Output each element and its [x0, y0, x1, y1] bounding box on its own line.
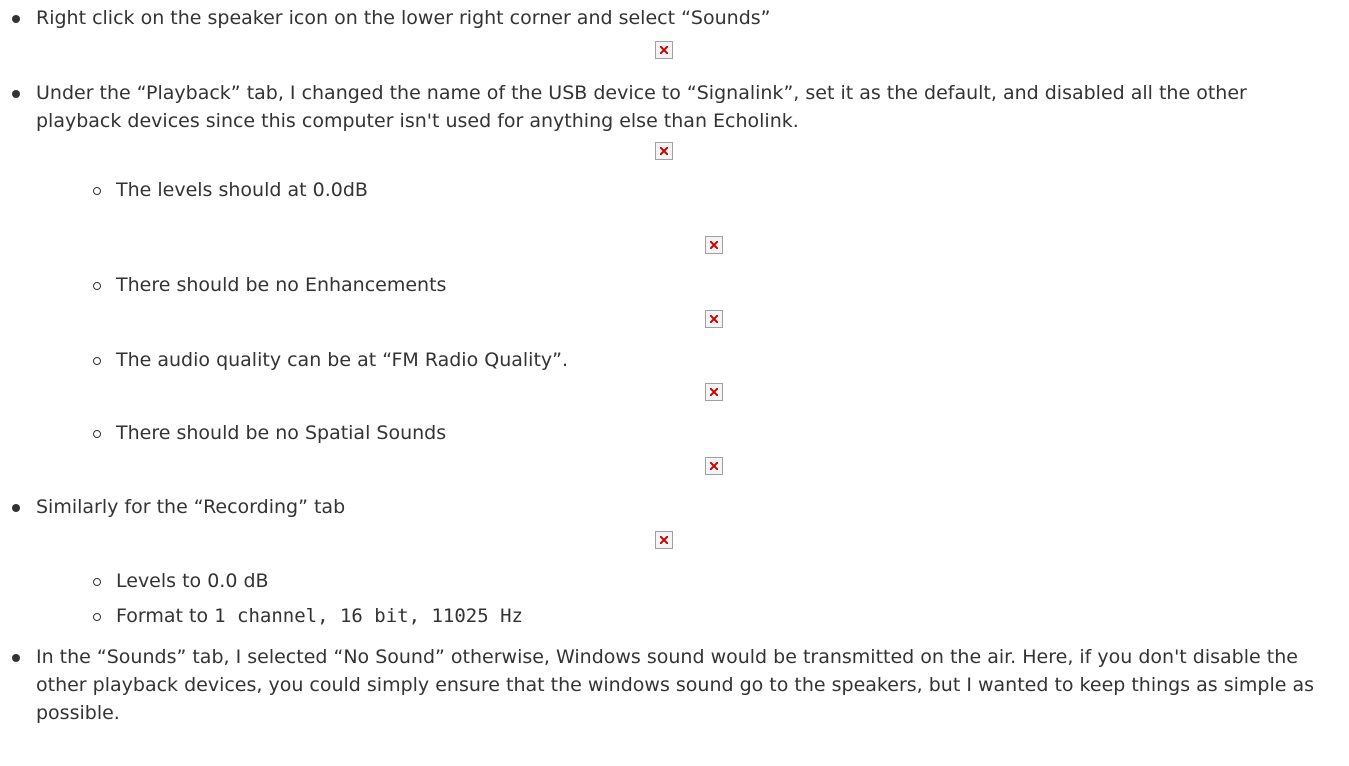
sub-list-item-text: The levels should at 0.0dB — [116, 179, 368, 201]
sub-list-item: There should be no Spatial Sounds — [92, 419, 447, 447]
list-item: In the “Sounds” tab, I selected “No Soun… — [12, 643, 1336, 727]
format-code: 1 channel, 16 bit, 11025 Hz — [214, 605, 523, 627]
sub-list-item-text: There should be no Spatial Sounds — [116, 422, 447, 444]
sub-list-item: There should be no Enhancements — [92, 271, 447, 299]
broken-image-icon — [705, 236, 723, 254]
list-item-text: Under the “Playback” tab, I changed the … — [36, 82, 1247, 132]
broken-image-icon — [655, 142, 673, 160]
list-item-text: Right click on the speaker icon on the l… — [36, 7, 771, 29]
sub-list-item-text: The audio quality can be at “FM Radio Qu… — [116, 349, 569, 371]
broken-image-icon — [705, 457, 723, 475]
sub-list-item: Levels to 0.0 dB — [93, 567, 269, 595]
sub-list-item: Format to 1 channel, 16 bit, 11025 Hz — [93, 602, 523, 630]
sub-list-item-text: There should be no Enhancements — [116, 274, 447, 296]
broken-image-icon — [655, 41, 673, 59]
broken-image-icon — [705, 310, 723, 328]
broken-image-icon — [655, 531, 673, 549]
list-item: Similarly for the “Recording” tab — [12, 493, 1336, 521]
sub-list-item-text: Levels to 0.0 dB — [116, 570, 269, 592]
broken-image-icon — [705, 383, 723, 401]
list-item-text: In the “Sounds” tab, I selected “No Soun… — [36, 646, 1315, 724]
list-item-text: Similarly for the “Recording” tab — [36, 496, 346, 518]
list-item: Right click on the speaker icon on the l… — [12, 4, 1336, 32]
list-item: Under the “Playback” tab, I changed the … — [12, 79, 1336, 135]
sub-list-item-text: Format to — [116, 605, 209, 627]
sub-list-item: The audio quality can be at “FM Radio Qu… — [92, 346, 569, 374]
sub-list-item: The levels should at 0.0dB — [93, 176, 368, 204]
